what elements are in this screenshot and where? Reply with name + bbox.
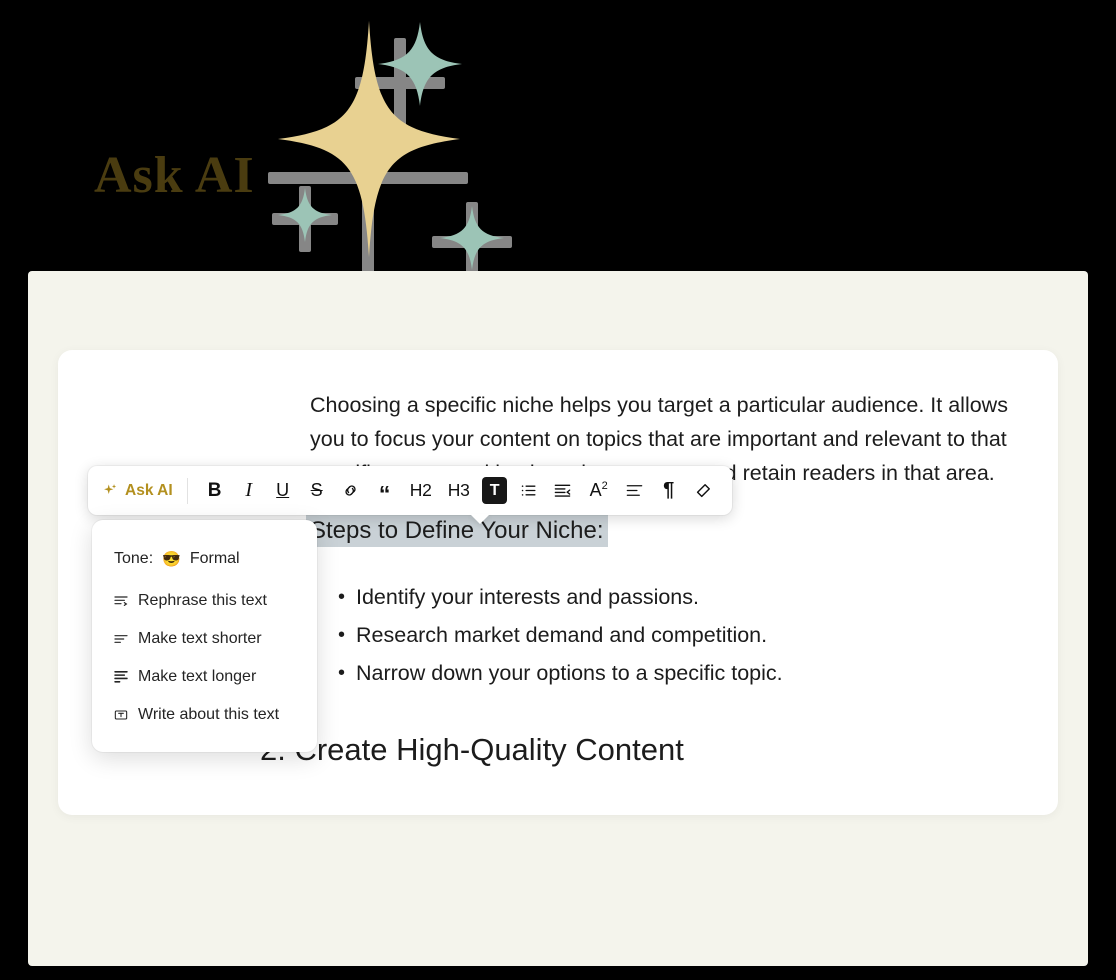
list-item: Research market demand and competition.	[310, 616, 1040, 654]
align-left-button[interactable]	[618, 474, 652, 508]
list-item: Identify your interests and passions.	[310, 578, 1040, 616]
paragraph-mark-button[interactable]: ¶	[652, 474, 686, 508]
ask-ai-button[interactable]: Ask AI	[96, 477, 185, 505]
eraser-icon	[693, 481, 713, 501]
selected-heading-row: Steps to Define Your Niche:	[310, 514, 1040, 554]
ask-ai-label: Ask AI	[125, 481, 173, 499]
selected-heading[interactable]: Steps to Define Your Niche:	[310, 514, 604, 547]
text-color-button[interactable]: T	[478, 474, 512, 508]
menu-item-label: Make text longer	[138, 668, 257, 685]
strikethrough-button[interactable]: S	[300, 474, 334, 508]
document-body: Choosing a specific niche helps you targ…	[260, 388, 1040, 771]
shorten-icon	[112, 631, 129, 648]
menu-item-write-about[interactable]: Write about this text	[92, 696, 317, 734]
menu-item-longer[interactable]: Make text longer	[92, 658, 317, 696]
align-left-icon	[625, 481, 644, 500]
write-about-icon	[112, 707, 129, 724]
menu-item-label: Write about this text	[138, 706, 280, 723]
link-button[interactable]	[334, 474, 368, 508]
ask-ai-menu[interactable]: Tone: 😎 Formal Rephrase this text Make t…	[92, 520, 317, 752]
superscript-button[interactable]: A2	[580, 474, 618, 508]
sparkle-teal-bottom	[440, 206, 504, 270]
sparkles-icon	[102, 482, 119, 499]
bullet-list-button[interactable]	[512, 474, 546, 508]
underline-button[interactable]: U	[266, 474, 300, 508]
tone-label: Tone:	[114, 550, 154, 567]
pilcrow-icon: ¶	[663, 479, 675, 501]
menu-item-rephrase[interactable]: Rephrase this text	[92, 582, 317, 620]
tone-value: Formal	[189, 550, 240, 567]
bold-button[interactable]: B	[198, 474, 232, 508]
menu-item-label: Make text shorter	[138, 630, 262, 647]
menu-item-label: Rephrase this text	[138, 592, 267, 609]
sparkle-teal-left	[278, 188, 332, 242]
heading-3-button[interactable]: H3	[440, 474, 478, 508]
rephrase-icon	[112, 593, 129, 610]
sunglasses-emoji-icon: 😎	[162, 551, 181, 568]
superscript-icon: A2	[589, 480, 608, 500]
document-bullet-list: Identify your interests and passions. Re…	[310, 578, 1040, 692]
menu-item-shorter[interactable]: Make text shorter	[92, 620, 317, 658]
text-color-icon: T	[482, 477, 508, 504]
outdent-icon	[553, 481, 572, 500]
list-item: Narrow down your options to a specific t…	[310, 654, 1040, 692]
heading-2-button[interactable]: H2	[402, 474, 440, 508]
clear-format-button[interactable]	[686, 474, 720, 508]
outdent-button[interactable]	[546, 474, 580, 508]
lengthen-icon	[112, 669, 129, 686]
toolbar-divider	[186, 477, 188, 504]
screen-root: Ask AI Choosing a specific niche helps y…	[0, 0, 1116, 980]
menu-item-tone[interactable]: Tone: 😎 Formal	[92, 540, 317, 582]
blockquote-button[interactable]: “	[368, 474, 402, 508]
link-icon	[341, 481, 360, 500]
hero-banner: Ask AI	[0, 0, 1116, 275]
italic-button[interactable]: I	[232, 474, 266, 508]
document-heading-next: 2. Create High-Quality Content	[260, 732, 684, 767]
hero-title: Ask AI	[94, 147, 255, 204]
formatting-toolbar[interactable]: Ask AI B I U S “ H2 H3 T A2 ¶	[88, 466, 732, 515]
bullet-list-icon	[519, 481, 538, 500]
